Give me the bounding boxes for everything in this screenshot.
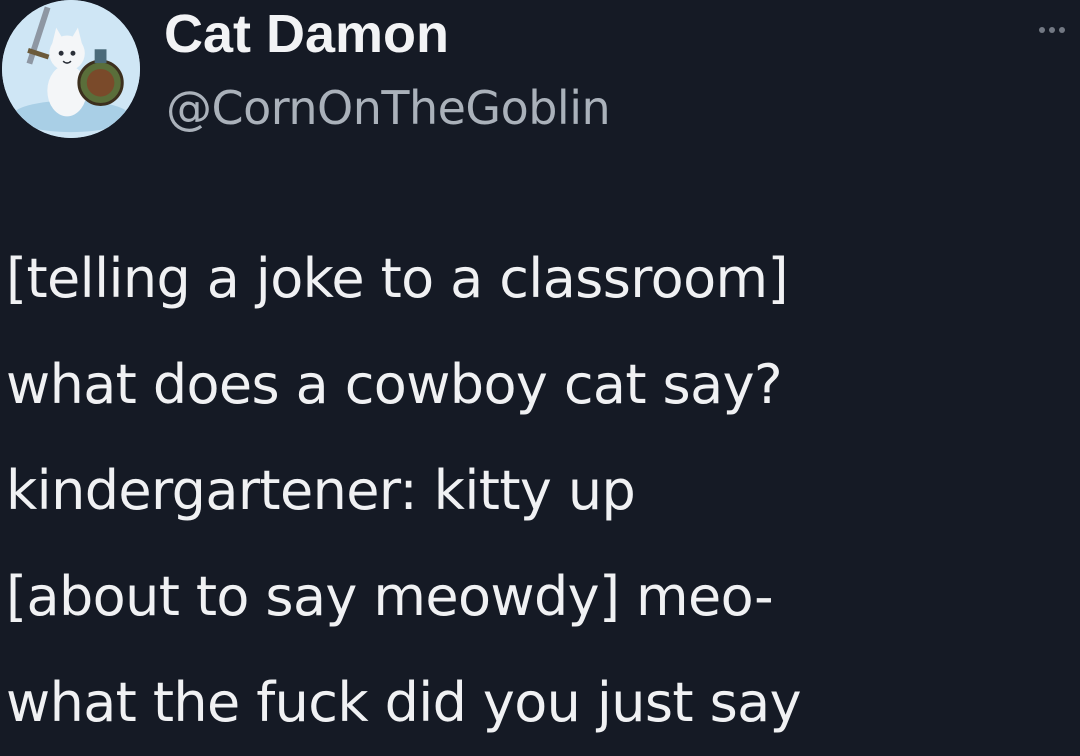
avatar[interactable] — [2, 0, 140, 138]
display-name[interactable]: Cat Damon — [164, 2, 449, 66]
tweet-line: what does a cowboy cat say? — [6, 353, 783, 416]
tweet-line: [about to say meowdy] meo- — [6, 565, 774, 628]
dot — [1059, 27, 1065, 33]
user-handle[interactable]: @CornOnTheGoblin — [166, 78, 611, 138]
cat-knight-icon — [2, 0, 140, 138]
tweet-line: [telling a joke to a classroom] — [6, 247, 789, 310]
dot — [1039, 27, 1045, 33]
tweet-text: [telling a joke to a classroom] what doe… — [6, 226, 1076, 756]
tweet-line: what the fuck did you just say — [6, 671, 802, 734]
tweet-line: kindergartener: kitty up — [6, 459, 636, 522]
dot — [1049, 27, 1055, 33]
more-options-icon[interactable] — [1030, 20, 1074, 40]
